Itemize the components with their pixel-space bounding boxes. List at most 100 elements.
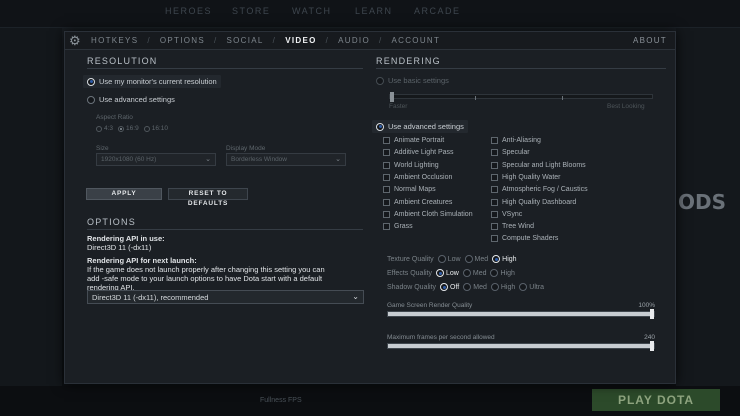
option-label: Med xyxy=(472,269,487,277)
rendering-api-dropdown[interactable]: Direct3D 11 (-dx11), recommended ⌄ xyxy=(87,290,364,304)
checkbox-icon[interactable] xyxy=(383,198,390,206)
apply-button[interactable]: APPLY xyxy=(86,188,162,200)
checkbox-icon[interactable] xyxy=(383,137,390,144)
tab-options[interactable]: OPTIONS xyxy=(160,36,205,45)
radio-icon xyxy=(118,125,125,132)
checkbox-label: Grass xyxy=(394,223,413,231)
setting-checkbox-row[interactable]: Specular and Light Blooms xyxy=(491,161,586,169)
setting-checkbox-row[interactable]: Compute Shaders xyxy=(491,235,558,243)
setting-checkbox-row[interactable]: Ambient Cloth Simulation xyxy=(383,210,473,218)
radio-icon xyxy=(490,283,499,291)
radio-unselected-icon xyxy=(87,95,95,104)
about-tab[interactable]: ABOUT xyxy=(633,36,667,45)
setting-checkbox-row[interactable]: High Quality Dashboard xyxy=(491,198,576,206)
slider-handle[interactable] xyxy=(650,341,654,351)
max-fps-slider[interactable] xyxy=(387,341,655,351)
effects-quality-low[interactable]: Low xyxy=(436,269,459,277)
checkbox-icon[interactable] xyxy=(491,137,498,144)
aspect-option-16-10[interactable]: 16:10 xyxy=(143,125,168,132)
use-basic-settings-label: Use basic settings xyxy=(388,76,449,85)
use-monitor-resolution-label: Use my monitor's current resolution xyxy=(99,77,217,86)
size-dropdown-value: 1920x1080 (60 Hz) xyxy=(101,156,157,163)
setting-checkbox-row[interactable]: High Quality Water xyxy=(491,173,560,181)
setting-checkbox-row[interactable]: Additive Light Pass xyxy=(383,149,454,157)
slider-handle[interactable] xyxy=(390,92,394,102)
basic-quality-slider[interactable] xyxy=(389,92,653,102)
reset-to-defaults-button[interactable]: RESET TO DEFAULTS xyxy=(168,188,248,207)
background-topbar: HEROES STORE WATCH LEARN ARCADE xyxy=(0,0,740,28)
rendering-divider xyxy=(376,68,666,69)
tab-social[interactable]: SOCIAL xyxy=(227,36,264,45)
setting-checkbox-row[interactable]: Specular xyxy=(491,149,530,157)
checkbox-icon[interactable] xyxy=(491,235,498,243)
option-label: Ultra xyxy=(529,283,545,291)
texture-quality-high[interactable]: High xyxy=(492,255,517,263)
setting-checkbox-row[interactable]: Animate Portrait xyxy=(383,137,444,144)
shadow-quality-med[interactable]: Med xyxy=(463,283,487,291)
option-label: Med xyxy=(474,255,489,263)
setting-checkbox-row[interactable]: Grass xyxy=(383,223,413,231)
play-dota-button[interactable]: PLAY DOTA xyxy=(592,389,720,411)
display-mode-dropdown[interactable]: Borderless Window ⌄ xyxy=(226,153,346,166)
checkbox-label: Animate Portrait xyxy=(394,137,445,144)
api-next-launch-label: Rendering API for next launch: xyxy=(87,256,197,265)
shadow-quality-ultra[interactable]: Ultra xyxy=(519,283,544,291)
checkbox-icon[interactable] xyxy=(383,210,390,218)
slider-handle[interactable] xyxy=(650,309,654,319)
checkbox-icon[interactable] xyxy=(491,149,498,157)
checkbox-label: Ambient Creatures xyxy=(394,198,453,206)
checkbox-icon[interactable] xyxy=(491,173,498,181)
checkbox-icon[interactable] xyxy=(383,223,390,231)
checkbox-icon[interactable] xyxy=(491,198,498,206)
checkbox-label: World Lighting xyxy=(394,161,439,169)
tab-separator: / xyxy=(272,36,277,45)
use-advanced-resolution-radio[interactable]: Use advanced settings xyxy=(87,95,175,104)
options-title: OPTIONS xyxy=(87,217,136,227)
checkbox-label: Specular and Light Blooms xyxy=(502,161,586,169)
use-advanced-rendering-label: Use advanced settings xyxy=(388,122,464,131)
checkbox-icon[interactable] xyxy=(491,161,498,169)
texture-quality-low[interactable]: Low xyxy=(437,255,461,263)
checkbox-icon[interactable] xyxy=(383,161,390,169)
effects-quality-high[interactable]: High xyxy=(490,269,515,277)
tab-hotkeys[interactable]: HOTKEYS xyxy=(91,36,138,45)
setting-checkbox-row[interactable]: VSync xyxy=(491,210,522,218)
render-quality-slider[interactable] xyxy=(387,309,655,319)
checkbox-label: Normal Maps xyxy=(394,186,436,194)
texture-quality-med[interactable]: Med xyxy=(464,255,489,263)
use-advanced-rendering-radio[interactable]: Use advanced settings xyxy=(372,120,468,133)
checkbox-icon[interactable] xyxy=(491,210,498,218)
shadow-quality-high[interactable]: High xyxy=(490,283,515,291)
setting-checkbox-row[interactable]: Ambient Occlusion xyxy=(383,173,453,181)
checkbox-label: Anti-Aliasing xyxy=(502,137,541,144)
setting-checkbox-row[interactable]: World Lighting xyxy=(383,161,439,169)
size-dropdown[interactable]: 1920x1080 (60 Hz) ⌄ xyxy=(96,153,216,166)
use-basic-settings-radio[interactable]: Use basic settings xyxy=(376,76,449,85)
setting-checkbox-row[interactable]: Anti-Aliasing xyxy=(491,137,541,144)
aspect-ratio-label: Aspect Ratio xyxy=(96,114,133,121)
tab-audio[interactable]: AUDIO xyxy=(338,36,370,45)
option-label: Low xyxy=(447,255,461,263)
checkbox-icon[interactable] xyxy=(383,186,390,194)
shadow-quality-off[interactable]: Off xyxy=(440,283,459,291)
setting-checkbox-row[interactable]: Ambient Creatures xyxy=(383,198,453,206)
setting-checkbox-row[interactable]: Tree Wind xyxy=(491,223,534,231)
gear-icon[interactable]: ⚙ xyxy=(69,34,83,48)
setting-checkbox-row[interactable]: Atmospheric Fog / Caustics xyxy=(491,186,588,194)
checkbox-icon[interactable] xyxy=(491,186,498,194)
bg-nav-learn: LEARN xyxy=(355,6,393,16)
tab-video[interactable]: VIDEO xyxy=(285,36,316,45)
aspect-option-4-3[interactable]: 4:3 xyxy=(96,125,113,132)
effects-quality-med[interactable]: Med xyxy=(462,269,487,277)
checkbox-icon[interactable] xyxy=(383,173,390,181)
basic-slider-left-label: Faster xyxy=(389,103,408,110)
use-monitor-resolution-radio[interactable]: Use my monitor's current resolution xyxy=(83,75,221,88)
checkbox-label: Ambient Occlusion xyxy=(394,173,453,181)
setting-checkbox-row[interactable]: Normal Maps xyxy=(383,186,436,194)
checkbox-icon[interactable] xyxy=(491,223,498,231)
tab-account[interactable]: ACCOUNT xyxy=(392,36,441,45)
checkbox-icon[interactable] xyxy=(383,149,390,157)
render-quality-fill xyxy=(388,312,654,316)
aspect-option-16-9[interactable]: 16:9 xyxy=(118,125,139,132)
radio-icon xyxy=(492,255,501,263)
